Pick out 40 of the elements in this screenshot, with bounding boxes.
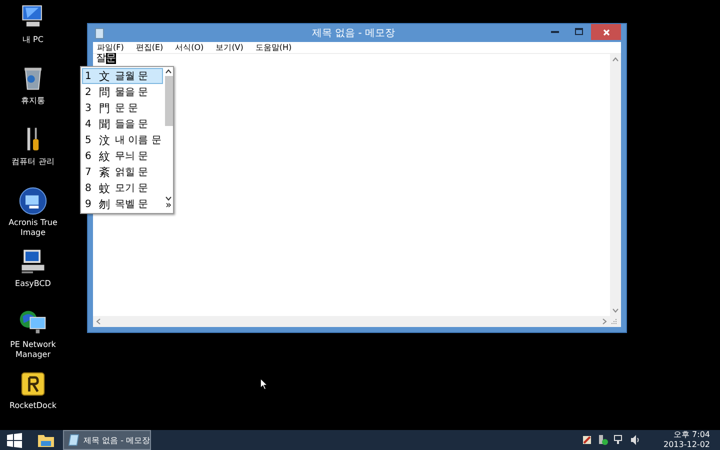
start-button[interactable] (7, 432, 22, 448)
close-icon (602, 28, 610, 36)
desktop-icon-label[interactable]: 휴지통 (21, 96, 45, 106)
scroll-down-icon[interactable] (165, 196, 172, 201)
clock-time[interactable]: 오후 7:04 (673, 430, 710, 440)
composing-character: 문 (106, 53, 116, 64)
close-button[interactable] (591, 24, 621, 40)
menu-item[interactable]: 서식(O) (175, 42, 204, 53)
tray-app-icon[interactable] (582, 435, 592, 445)
maximize-icon (575, 28, 583, 34)
scroll-up-icon[interactable] (165, 69, 172, 74)
notepad-icon (95, 28, 104, 38)
desktop-icon-label[interactable]: EasyBCD (15, 279, 51, 289)
desktop-icon-label[interactable]: PE Network Manager (0, 340, 66, 360)
menu-item[interactable]: 편집(E) (136, 42, 164, 53)
horizontal-scrollbar[interactable] (93, 316, 610, 327)
desktop-icon-label[interactable]: Acronis True Image (0, 218, 66, 238)
next-page-button[interactable]: » (165, 201, 172, 211)
desktop-icon-label[interactable]: 컴퓨터 관리 (12, 157, 54, 167)
typed-text: 잘 (96, 53, 106, 64)
scroll-right-icon[interactable] (602, 318, 607, 325)
scroll-left-icon[interactable] (96, 318, 101, 325)
menu-item[interactable]: 보기(V) (216, 42, 244, 53)
notepad-icon (68, 433, 80, 447)
candidate-item[interactable]: 1 文 글월 문 (82, 68, 163, 84)
menu-item[interactable]: 도움말(H) (255, 42, 292, 53)
clock-date[interactable]: 2013-12-02 (664, 440, 710, 450)
volume-icon[interactable] (630, 435, 640, 445)
taskbar-button[interactable]: 제목 없음 - 메모장 (63, 430, 151, 450)
scrollbar-thumb[interactable] (164, 76, 172, 126)
resize-grip-icon[interactable] (610, 318, 617, 325)
menu-item[interactable]: 파일(F) (97, 42, 124, 53)
desktop-icon-label[interactable]: RocketDock (10, 401, 56, 411)
minimize-icon (551, 30, 559, 32)
mouse-pointer-icon (260, 378, 268, 390)
window-title: 제목 없음 - 메모장 (310, 27, 396, 40)
network-icon[interactable] (614, 435, 624, 445)
tray-device-icon[interactable] (598, 435, 608, 445)
folder-icon[interactable] (37, 432, 55, 448)
desktop-icon-label[interactable]: 내 PC (22, 35, 44, 45)
